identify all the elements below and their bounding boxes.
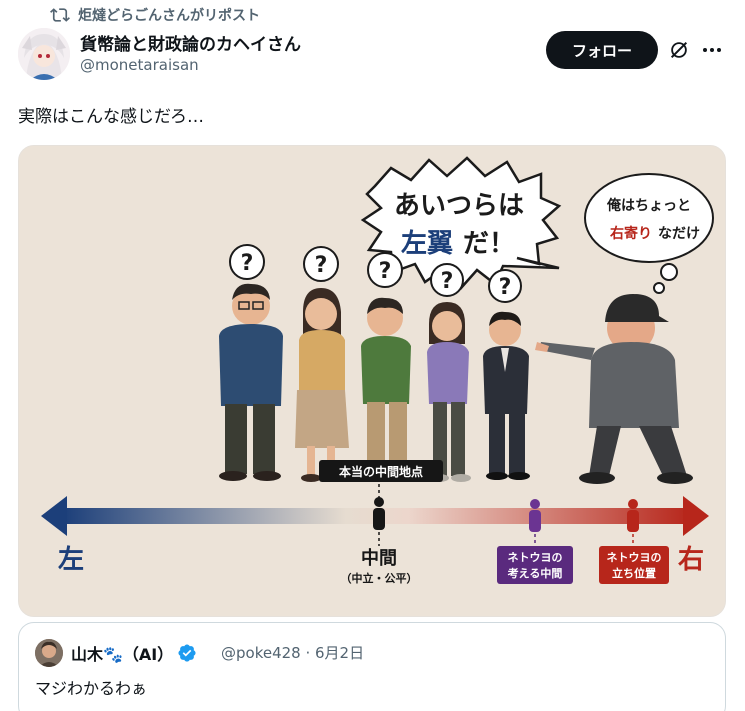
speech-left-word: 左翼 bbox=[401, 229, 453, 259]
quoted-tweet[interactable]: 山木🐾（AI） @poke428 · 6月2日 マジわかるわぁ bbox=[18, 622, 726, 711]
thought-right-word: 右寄り bbox=[609, 225, 652, 242]
midpoint-tag: 本当の中間地点 bbox=[319, 460, 443, 482]
tweet-text: 実際はこんな感じだろ… bbox=[18, 107, 204, 127]
avatar-image bbox=[18, 28, 70, 80]
quote-text: マジわかるわぁ bbox=[35, 679, 148, 698]
more-options-icon[interactable] bbox=[700, 39, 724, 61]
follow-button[interactable]: フォロー bbox=[546, 31, 658, 69]
svg-text:?: ? bbox=[499, 275, 512, 300]
quote-avatar-image bbox=[35, 639, 63, 667]
verified-badge-icon bbox=[178, 644, 196, 662]
svg-text:立ち位置: 立ち位置 bbox=[612, 566, 656, 580]
center-label: 中間 bbox=[361, 547, 397, 569]
repost-icon bbox=[50, 8, 70, 22]
author-display-name[interactable]: 貨幣論と財政論のカヘイさん bbox=[80, 30, 301, 55]
quote-author[interactable]: 山木🐾（AI） bbox=[71, 641, 197, 665]
quote-avatar[interactable] bbox=[35, 639, 63, 667]
svg-text:?: ? bbox=[441, 269, 454, 294]
political-spectrum-illustration: あいつらは 左翼 だ！ 俺はちょっと 右寄り なだけ ? ? ? ? ? 本当の… bbox=[19, 146, 725, 616]
right-label: 右 bbox=[678, 545, 704, 575]
thought-line1: 俺はちょっと bbox=[606, 197, 691, 214]
grok-icon[interactable] bbox=[668, 39, 690, 61]
thought-rest: なだけ bbox=[658, 226, 700, 242]
left-label: 左 bbox=[58, 545, 84, 575]
svg-text:?: ? bbox=[379, 259, 392, 284]
speech-rest: だ！ bbox=[463, 229, 515, 259]
repost-label: 炬燵どらごんさんがリポスト bbox=[78, 8, 260, 24]
tweet-image[interactable]: あいつらは 左翼 だ！ 俺はちょっと 右寄り なだけ ? ? ? ? ? 本当の… bbox=[18, 145, 726, 617]
author-handle[interactable]: @monetaraisan bbox=[80, 56, 199, 74]
center-sublabel: （中立・公平） bbox=[341, 571, 418, 585]
quote-display-name: 山木🐾（AI） bbox=[71, 645, 174, 664]
repost-indicator[interactable]: 炬燵どらごんさんがリポスト bbox=[50, 4, 260, 26]
svg-text:考える中間: 考える中間 bbox=[508, 566, 563, 580]
netuyo-middle-label: ネトウヨの 考える中間 bbox=[497, 546, 573, 584]
quote-handle-date[interactable]: @poke428 · 6月2日 bbox=[221, 642, 364, 663]
netuyo-position-label: ネトウヨの 立ち位置 bbox=[599, 546, 669, 584]
speech-line1: あいつらは bbox=[394, 191, 524, 221]
svg-text:ネトウヨの: ネトウヨの bbox=[607, 551, 662, 564]
svg-text:本当の中間地点: 本当の中間地点 bbox=[339, 464, 423, 479]
svg-text:ネトウヨの: ネトウヨの bbox=[508, 551, 563, 564]
svg-text:?: ? bbox=[241, 251, 254, 276]
svg-text:?: ? bbox=[315, 253, 328, 278]
author-avatar[interactable] bbox=[18, 28, 70, 80]
